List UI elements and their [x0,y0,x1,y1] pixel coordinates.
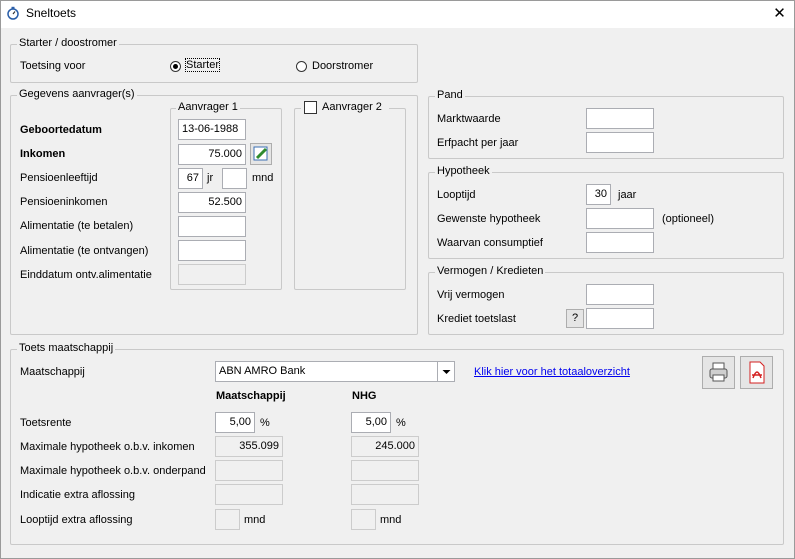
toetsrente-nhg-input[interactable]: 5,00 [351,412,391,433]
looptijd-extra-maatschappij-unit: mnd [244,514,266,526]
consumptief-label: Waarvan consumptief [437,237,543,249]
col-maatschappij-header: Maatschappij [216,390,286,402]
pensioenleeftijd-label: Pensioenleeftijd [20,172,98,184]
optioneel-note: (optioneel) [662,213,714,225]
aanvrager2-title[interactable]: Aanvrager 2 [322,101,382,113]
looptijd-extra-nhg-value [351,509,376,530]
max-inkomen-label: Maximale hypotheek o.b.v. inkomen [20,441,195,453]
doorstromer-radio-label[interactable]: Doorstromer [312,60,373,72]
aanvrager2-box [294,108,406,290]
toetsing-label: Toetsing voor [20,60,86,72]
aanvrager-legend: Gegevens aanvrager(s) [17,88,137,100]
edit-icon [253,146,268,161]
consumptief-input[interactable] [586,232,654,253]
vrij-vermogen-input[interactable] [586,284,654,305]
marktwaarde-input[interactable] [586,108,654,129]
radio-selected-dot [173,64,178,69]
title-bar [0,0,795,28]
window-title: Sneltoets [26,6,77,20]
aanvrager2-checkbox[interactable] [304,101,317,114]
print-button[interactable] [702,356,735,389]
starter-radio[interactable] [170,61,181,72]
printer-icon [709,362,728,382]
extra-aflossing-nhg-value [351,484,419,505]
pensioenleeftijd-jr-input[interactable]: 67 [178,168,203,189]
maatschappij-label: Maatschappij [20,366,85,378]
pdf-button[interactable] [740,356,773,389]
krediet-help-button[interactable]: ? [566,309,584,328]
alimentatie-betalen-label: Alimentatie (te betalen) [20,220,134,232]
aanvrager1-title: Aanvrager 1 [176,101,240,113]
max-onderpand-label: Maximale hypotheek o.b.v. onderpand [20,465,206,477]
max-onderpand-maatschappij-value [215,460,283,481]
gewenste-hypotheek-input[interactable] [586,208,654,229]
hypotheek-legend: Hypotheek [435,165,492,177]
einddatum-label: Einddatum ontv.alimentatie [20,269,152,281]
toets-legend: Toets maatschappij [17,342,116,354]
pensioeninkomen-label: Pensioeninkomen [20,196,108,208]
pand-legend: Pand [435,89,465,101]
looptijd-input[interactable]: 30 [586,184,611,205]
marktwaarde-label: Marktwaarde [437,113,501,125]
looptijd-label: Looptijd [437,189,476,201]
krediet-toetslast-input[interactable] [586,308,654,329]
gewenste-hypotheek-label: Gewenste hypotheek [437,213,541,225]
looptijd-extra-label: Looptijd extra aflossing [20,514,133,526]
dropdown-arrow-icon[interactable] [437,362,454,381]
col-nhg-header: NHG [352,390,377,402]
krediet-toetslast-label: Krediet toetslast [437,313,516,325]
max-inkomen-nhg-value: 245.000 [351,436,419,457]
vrij-vermogen-label: Vrij vermogen [437,289,505,301]
toetsrente-maatschappij-input[interactable]: 5,00 [215,412,255,433]
starter-radio-label[interactable]: Starter [184,58,221,72]
pdf-icon [749,361,765,384]
doorstromer-radio[interactable] [296,61,307,72]
stopwatch-icon [6,6,20,20]
inkomen-label: Inkomen [20,148,66,160]
alimentatie-ontvangen-label: Alimentatie (te ontvangen) [20,245,149,257]
jr-unit: jr [207,172,214,184]
extra-aflossing-label: Indicatie extra aflossing [20,489,135,501]
vermogen-legend: Vermogen / Kredieten [435,265,546,277]
einddatum-input [178,264,246,285]
looptijd-extra-nhg-unit: mnd [380,514,402,526]
starter-legend: Starter / doostromer [17,37,119,49]
mnd-unit: mnd [252,172,274,184]
toetsrente-label: Toetsrente [20,417,72,429]
looptijd-extra-maatschappij-value [215,509,240,530]
alimentatie-betalen-input[interactable] [178,216,246,237]
geboortedatum-input[interactable]: 13-06-1988 [178,119,246,140]
geboortedatum-label: Geboortedatum [20,124,102,136]
alimentatie-ontvangen-input[interactable] [178,240,246,261]
pensioenleeftijd-mnd-input[interactable] [222,168,247,189]
max-onderpand-nhg-value [351,460,419,481]
extra-aflossing-maatschappij-value [215,484,283,505]
max-inkomen-maatschappij-value: 355.099 [215,436,283,457]
erfpacht-label: Erfpacht per jaar [437,137,519,149]
close-button[interactable]: ✕ [764,0,795,28]
maatschappij-select[interactable]: ABN AMRO Bank [215,361,455,382]
pensioeninkomen-input[interactable]: 52.500 [178,192,246,213]
looptijd-unit: jaar [618,189,637,201]
toetsrente-nhg-pct: % [396,417,406,429]
totaaloverzicht-link[interactable]: Klik hier voor het totaaloverzicht [474,366,630,378]
edit-income-button[interactable] [250,143,272,165]
maatschappij-selected: ABN AMRO Bank [219,365,306,377]
toetsrente-maatschappij-pct: % [260,417,270,429]
erfpacht-input[interactable] [586,132,654,153]
inkomen-input[interactable]: 75.000 [178,144,246,165]
